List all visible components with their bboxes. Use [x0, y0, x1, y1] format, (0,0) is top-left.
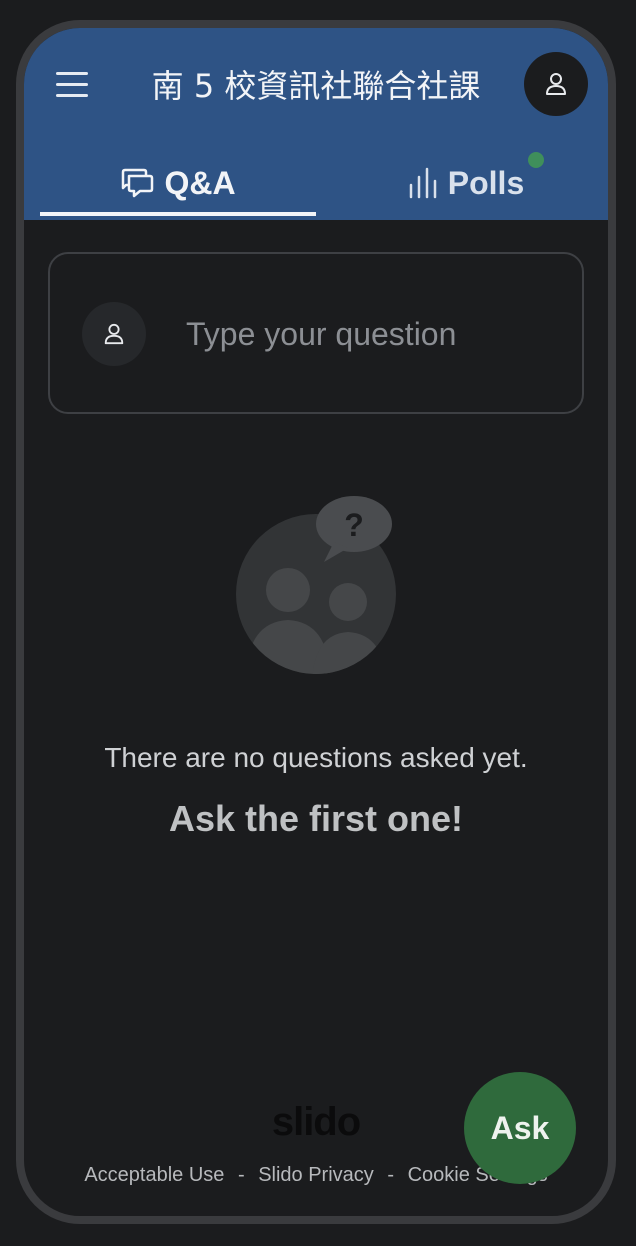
question-input[interactable]: Type your question	[48, 252, 584, 414]
chat-bubbles-icon	[122, 168, 154, 198]
footer-separator: -	[237, 1164, 245, 1186]
polls-notification-badge	[528, 152, 544, 168]
people-question-icon: ?	[236, 496, 396, 674]
hamburger-menu-icon-bar	[56, 94, 88, 97]
svg-text:?: ?	[344, 507, 364, 543]
hamburger-menu-icon	[56, 72, 88, 75]
user-icon	[546, 73, 566, 95]
phone-frame: 南 5 校資訊社聯合社課 Q&A Polls Type your questio…	[16, 20, 616, 1224]
slido-privacy-link[interactable]: Slido Privacy	[258, 1164, 374, 1186]
ask-button[interactable]: Ask	[464, 1072, 576, 1184]
tab-polls[interactable]: Polls	[324, 146, 608, 220]
app-header: 南 5 校資訊社聯合社課 Q&A Polls	[24, 28, 608, 220]
question-avatar	[82, 302, 146, 366]
menu-button[interactable]	[56, 72, 88, 98]
event-title: 南 5 校資訊社聯合社課	[151, 67, 481, 105]
hamburger-menu-icon-bar	[56, 83, 88, 86]
tab-polls-label: Polls	[447, 164, 525, 201]
profile-button[interactable]	[524, 52, 588, 116]
empty-state-message: There are no questions asked yet.	[104, 742, 528, 773]
tab-qa-label: Q&A	[164, 164, 236, 201]
question-placeholder: Type your question	[186, 316, 457, 352]
user-icon	[104, 323, 124, 345]
acceptable-use-link[interactable]: Acceptable Use	[84, 1164, 224, 1186]
bar-chart-icon	[409, 167, 437, 199]
active-tab-indicator	[40, 212, 316, 216]
empty-state-cta: Ask the first one!	[168, 798, 464, 839]
footer-separator: -	[387, 1164, 395, 1186]
tab-qa[interactable]: Q&A	[40, 146, 316, 220]
